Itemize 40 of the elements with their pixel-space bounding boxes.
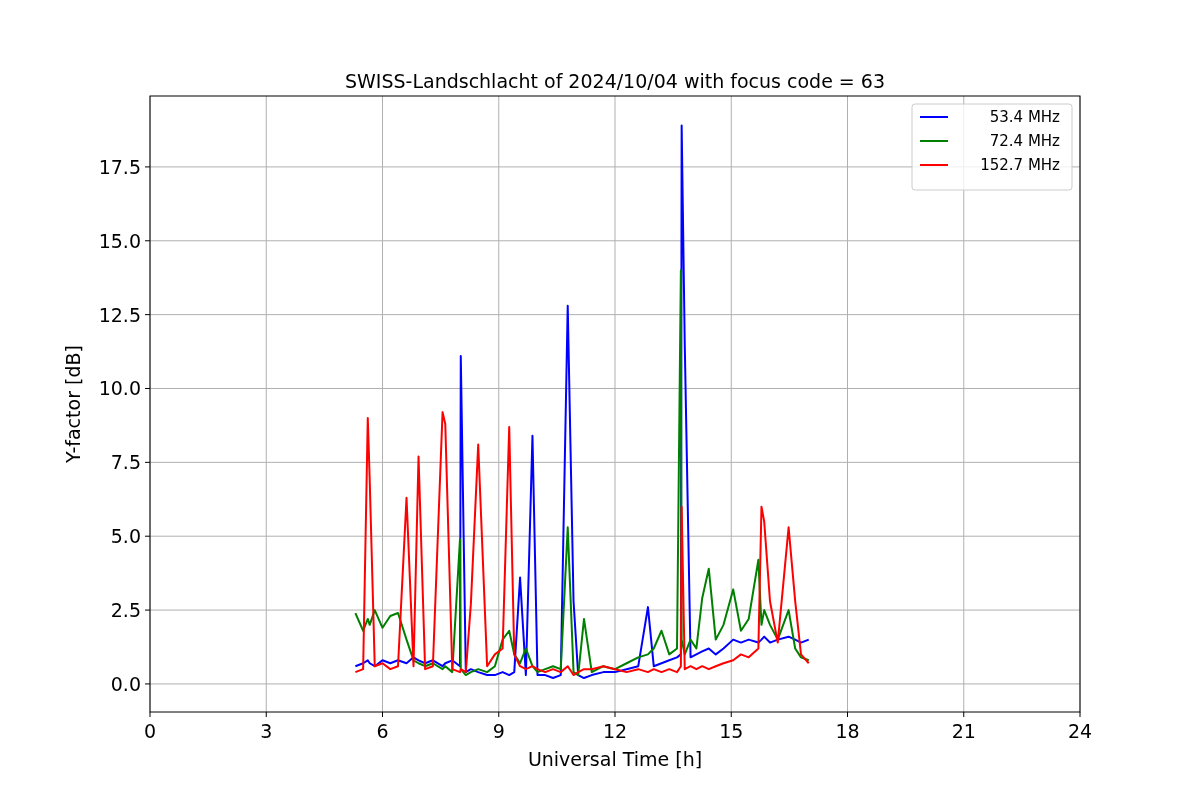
tick-mark [382,711,383,718]
tick-label: 2.5 [110,599,141,622]
tick-mark [144,240,151,242]
tick-label: 21 [951,720,976,742]
tick-label: 12.5 [98,303,141,326]
axis-label: Universal Time [h] [527,748,703,770]
tick-mark [144,535,151,537]
tick-mark [144,609,151,611]
tick-label: 0 [143,720,157,742]
tick-label: 9 [492,720,505,742]
tick-mark [1079,711,1081,718]
tick-label: 17.5 [98,155,141,178]
tick-mark [144,166,151,168]
tick-label: 5.0 [110,525,141,548]
tick-mark [730,711,732,718]
tick-mark [847,711,848,718]
tick-label: 6 [376,720,389,742]
tick-mark [144,388,151,389]
tick-mark [144,683,151,685]
tick-label: 10.0 [98,377,141,400]
legend-label: 72.4 MHz [989,132,1060,150]
tick-mark [144,314,151,316]
tick-mark [498,711,500,718]
legend-label: 152.7 MHz [980,156,1060,174]
tick-mark [149,711,151,718]
tick-mark [614,711,616,718]
tick-mark [144,461,151,463]
tick-label: 15 [719,720,744,742]
tick-mark [963,711,965,718]
tick-mark [265,711,267,718]
axis-label: Y-factor [dB] [62,345,84,463]
tick-label: 7.5 [110,451,141,474]
tick-label: 12 [602,720,628,742]
tick-label: 18 [835,720,860,742]
legend-label: 53.4 MHz [989,108,1060,126]
tick-label: 24 [1067,720,1093,742]
tick-label: 15.0 [98,229,141,252]
tick-label: 0.0 [110,672,141,695]
tick-label: 3 [260,720,273,742]
chart-title: SWISS-Landschlacht of 2024/10/04 with focus code = 63 [345,70,885,92]
